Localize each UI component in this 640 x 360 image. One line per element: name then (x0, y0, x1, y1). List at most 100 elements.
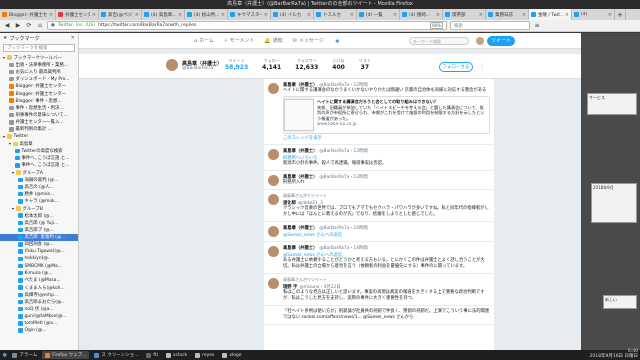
browser-tab[interactable]: 喫茶部 × (443, 9, 486, 20)
close-tab-icon[interactable]: × (135, 12, 139, 18)
bookmark-item[interactable]: キャラ (@mok... (0, 198, 78, 205)
taskbar-item[interactable]: xloge (219, 351, 244, 359)
profile-avatar[interactable] (165, 58, 179, 72)
browser-tab[interactable]: (4) イルカ × (271, 9, 314, 20)
forward-button[interactable]: ▶ (14, 22, 22, 30)
tweet-author[interactable]: 高島章（弁護士） (283, 246, 317, 251)
small-window[interactable]: 新しい (603, 295, 637, 309)
browser-tab[interactable]: (4) 松山判... × (185, 9, 228, 20)
nav-home[interactable]: ⌂ ホーム (194, 37, 214, 45)
bookmark-item[interactable]: (fuku Tigawa)(@... (0, 248, 78, 255)
tweet-avatar[interactable] (268, 226, 279, 237)
bookmark-item[interactable]: 最新判例の集計 ... (0, 126, 78, 133)
tweet[interactable]: 高島章（弁護士） @BarBarRa7a・14時間 @Sankei_news さんへ… (264, 222, 494, 242)
bookmark-item[interactable]: 出張・法律事務所・業務... (0, 61, 78, 68)
tweet[interactable]: 高島章（弁護士） @BarBarRa7a・14時間 @Sankei_news さんへ… (264, 242, 494, 274)
browser-tab[interactable]: ドスルカ × (314, 9, 357, 20)
menu-icon[interactable]: ≡ (533, 22, 541, 30)
start-menu-icon[interactable]: ❖ (2, 352, 7, 359)
tweet-author[interactable]: 高島章（弁護士） (283, 149, 317, 154)
browser-tab[interactable]: (4) 猪崎... × (400, 9, 443, 20)
url-bar[interactable]: ● Twitter, Inc. (US) https://twitter.com… (47, 21, 447, 30)
zoom-level[interactable]: 90% (430, 22, 443, 29)
bookmark-item[interactable]: gun/(@taMkov(@... (0, 313, 78, 320)
tweet-avatar[interactable] (268, 246, 279, 257)
bookmark-item[interactable]: 高畑寺(@nrhp... (0, 291, 78, 298)
profile-stat[interactable]: ツイート 58,923 (225, 58, 248, 71)
nav-notifications[interactable]: 🔔 通知 (264, 37, 282, 45)
bookmark-folder[interactable]: ▾ グループB (0, 205, 78, 212)
browser-tab[interactable]: (4) × (572, 9, 615, 20)
taskbar-item[interactable]: reyes (192, 351, 217, 359)
bookmark-item[interactable]: SMBCMK (@Ma... (0, 262, 78, 269)
close-icon[interactable]: ✕ (71, 35, 75, 41)
bookmark-item[interactable]: tomMetl (@a... (0, 320, 78, 327)
reload-button[interactable]: ⟳ (25, 22, 33, 30)
close-tab-icon[interactable]: × (49, 12, 53, 18)
browser-tab[interactable]: 弁護士センター× (56, 9, 99, 20)
bookmark-item[interactable]: Blogger: 事件・思想... (0, 97, 78, 104)
close-tab-icon[interactable]: × (522, 12, 526, 18)
desktop-window[interactable]: サービス (587, 93, 637, 115)
tweet-avatar[interactable] (268, 83, 279, 94)
profile-stat[interactable]: いいね 400 (332, 58, 345, 71)
expand-arrow-icon[interactable]: ▾ (12, 206, 14, 211)
bookmark-folder[interactable]: ▾ グループA (0, 169, 78, 176)
bookmark-search-input[interactable]: ブックマークを検索 (3, 44, 75, 52)
bookmark-item[interactable]: ダッシュボード - My Pro... (0, 76, 78, 83)
nav-moments[interactable]: ⚡ モーメント (224, 37, 254, 45)
profile-stat[interactable]: フォロー 4,141 (262, 58, 281, 71)
bookmark-item[interactable]: 事件へ, こうぼ言語 と... (0, 162, 78, 169)
bookmark-item[interactable]: 高吉郎 (@ Yuji... (0, 219, 78, 226)
bookmark-item[interactable]: 勝井 (@mas... (0, 191, 78, 198)
close-tab-icon[interactable]: × (307, 12, 311, 18)
browser-tab[interactable]: 金曜 / Twit... × (529, 9, 572, 20)
bookmark-item[interactable]: Blogger: 弁護士センター (0, 90, 78, 97)
bookmark-item[interactable]: 刑事事件の意味について... (0, 112, 78, 119)
close-tab-icon[interactable]: × (264, 12, 268, 18)
clock[interactable]: 6:40 2018年9月16日 日曜日 (590, 350, 638, 359)
nav-messages[interactable]: ✉ メッセージ (293, 37, 324, 45)
follow-button[interactable]: フォローする (439, 62, 473, 72)
profile-stat[interactable]: フォロワー 12,633 (295, 58, 318, 71)
browser-tab[interactable]: 高吉(@ペジ) × (99, 9, 142, 20)
new-tab-button[interactable]: + (615, 9, 626, 20)
bookmark-item[interactable]: 弁護士センター一覧入... (0, 119, 78, 126)
close-tab-icon[interactable]: × (479, 12, 483, 18)
bookmark-item[interactable]: 四回刑会 (@... (0, 241, 78, 248)
bookmark-folder[interactable]: ▾ Twitter (0, 133, 78, 140)
taskbar-item[interactable]: アラーム (9, 351, 40, 359)
taskbar-item[interactable]: ス クリーンショ... (91, 351, 141, 359)
tweet-author[interactable]: 高島章（弁護士） (283, 226, 317, 231)
user-avatar[interactable] (476, 37, 484, 45)
close-tab-icon[interactable]: × (436, 12, 440, 18)
tweet[interactable]: 「社ヘイト条例は使い方が」刑罰論が社員共の刑罰で仲良く、懲罰の刑罰だ。上演でこう… (264, 306, 494, 325)
tweet[interactable]: 高島章（弁護士） @BarBarRa7a・13時間 刑務所へいろいろ 新潟市小針の事件… (264, 145, 494, 171)
close-tab-icon[interactable]: × (608, 12, 612, 18)
taskbar-item[interactable]: Firefox ウェブ... (42, 351, 90, 359)
close-tab-icon[interactable]: × (393, 12, 397, 18)
bookmark-item[interactable]: hokkiyn(@.. (0, 255, 78, 262)
bookmark-item[interactable]: 事件へ, こうぼ言語 と... (0, 155, 78, 162)
bookmark-item[interactable]: Twitterの高度な検索 (0, 147, 78, 154)
bookmark-item[interactable]: 高吉郎プ (@... (0, 227, 78, 234)
close-tab-icon[interactable]: × (92, 12, 96, 18)
profile-stat[interactable]: リスト 37 (359, 58, 371, 71)
tweet-avatar[interactable] (268, 194, 279, 205)
twitter-search-input[interactable]: キーワード検索 (409, 37, 469, 45)
more-icon[interactable]: ⋮ (479, 63, 485, 70)
browser-tab[interactable]: 業務日誌 × (486, 9, 529, 20)
bookmark-item[interactable]: noQ 伏 (@a... (0, 306, 78, 313)
expand-arrow-icon[interactable]: ▾ (12, 170, 14, 175)
expand-arrow-icon[interactable]: ▾ (3, 134, 5, 139)
tweet[interactable]: 高島章さんがリツイート 道化師 @doke21_3 クラシック音楽の世界では、プロでも… (264, 190, 494, 222)
close-tab-icon[interactable]: × (178, 12, 182, 18)
bookmark-item[interactable]: 高吉の (@人... (0, 183, 78, 190)
bookmark-item[interactable]: お気に入り 最高裁判所 (0, 68, 78, 75)
back-button[interactable]: ◀ (3, 22, 11, 30)
show-thread-link[interactable]: このスレッドを表示 (283, 135, 490, 141)
twitter-bird-icon[interactable]: ✦ (334, 37, 341, 46)
close-tab-icon[interactable]: × (221, 12, 225, 18)
calendar-window[interactable]: 2018年9月 (591, 183, 637, 223)
browser-tab[interactable]: (4) 高島章... × (142, 9, 185, 20)
